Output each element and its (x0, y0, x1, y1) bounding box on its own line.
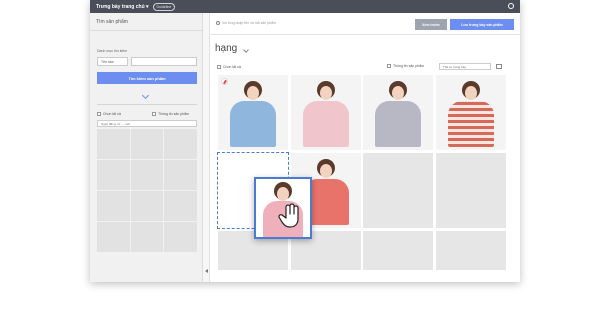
product-card[interactable] (362, 74, 435, 151)
empty-slot[interactable] (362, 152, 435, 229)
blue-sweater (230, 101, 276, 147)
sidebar-collapse-bar[interactable] (203, 13, 210, 282)
pink-cardigan (302, 101, 349, 147)
search-input[interactable]: Vui lòng nhập tên và mã sản phẩm (222, 21, 276, 25)
display-order-select[interactable]: Thứ tự trưng bày (439, 63, 491, 70)
product-card[interactable] (217, 74, 289, 151)
main-toolbar: Vui lòng nhập tên và mã sản phẩm Xem trư… (211, 13, 520, 35)
sidebar-sort-select[interactable]: Ngày đăng: cũ → mới (97, 120, 197, 127)
checkbox[interactable] (217, 65, 221, 69)
check-all-label: Chọn tất cả (103, 112, 121, 116)
model-face (319, 86, 332, 100)
result-slot[interactable] (97, 160, 130, 190)
sidebar: Tìm sản phẩm Danh mục tìm kiếm Tên sản T… (90, 13, 203, 282)
app-window: Trưng bày trang chủ ▾ Guideline Tìm sản … (90, 0, 520, 282)
check-all-label: Chọn tất cả (223, 65, 241, 69)
checkbox[interactable] (152, 112, 156, 116)
gray-shirt (375, 101, 422, 147)
sidebar-heading: Tìm sản phẩm (90, 13, 202, 31)
result-slot[interactable] (130, 191, 164, 221)
sidebar-result-grid (97, 129, 197, 252)
pin-icon[interactable] (221, 78, 228, 85)
model-face (392, 86, 405, 100)
preview-button[interactable]: Xem trước (415, 19, 447, 30)
chevron-down-icon[interactable] (243, 47, 249, 53)
search-icon (216, 21, 220, 25)
sidebar-product-info[interactable]: Thông tin sản phẩm (152, 112, 189, 116)
chevron-down-icon[interactable] (141, 91, 150, 100)
result-slot[interactable] (164, 222, 197, 252)
category-select[interactable]: Tên sản (97, 57, 128, 66)
product-search[interactable]: Vui lòng nhập tên và mã sản phẩm (216, 21, 276, 25)
empty-slot[interactable] (434, 230, 507, 271)
top-bar: Trưng bày trang chủ ▾ Guideline (90, 0, 520, 13)
result-slot[interactable] (130, 160, 164, 190)
keyword-input[interactable] (131, 57, 197, 66)
result-slot[interactable] (130, 222, 164, 252)
product-card[interactable] (434, 74, 507, 151)
guideline-button[interactable]: Guideline (152, 2, 176, 11)
empty-slot[interactable] (362, 230, 435, 271)
model-face (247, 86, 259, 100)
section-title[interactable]: hạng (215, 43, 237, 54)
grab-hand-cursor-icon (278, 203, 299, 228)
striped-cardigan (447, 101, 494, 147)
result-slot[interactable] (97, 129, 130, 159)
main-check-all[interactable]: Chọn tất cả (217, 65, 241, 69)
product-info-label: Thông tin sản phẩm (393, 64, 424, 68)
empty-slot[interactable] (434, 152, 507, 229)
grid-view-icon[interactable] (496, 64, 502, 69)
result-slot[interactable] (97, 222, 130, 252)
category-label: Danh mục tìm kiếm (97, 49, 128, 53)
product-card[interactable] (289, 74, 362, 151)
page-title[interactable]: Trưng bày trang chủ ▾ (96, 4, 149, 10)
sidebar-check-all[interactable]: Chọn tất cả (97, 112, 121, 116)
result-slot[interactable] (164, 129, 197, 159)
main-panel: Vui lòng nhập tên và mã sản phẩm Xem trư… (211, 13, 520, 282)
checkbox[interactable] (387, 64, 391, 68)
settings-gear-icon[interactable] (508, 3, 514, 9)
result-slot[interactable] (164, 160, 197, 190)
main-product-info[interactable]: Thông tin sản phẩm (387, 64, 424, 68)
checkbox[interactable] (97, 112, 101, 116)
result-slot[interactable] (97, 191, 130, 221)
result-slot[interactable] (164, 191, 197, 221)
model-face (319, 164, 332, 178)
search-products-button[interactable]: Tìm kiếm sản phẩm (97, 72, 197, 84)
product-info-label: Thông tin sản phẩm (158, 112, 189, 116)
save-display-button[interactable]: Lưu trưng bày sản phẩm (450, 19, 514, 30)
divider (97, 104, 197, 105)
collapse-arrow-icon[interactable] (205, 269, 208, 273)
model-face (464, 86, 477, 100)
result-slot[interactable] (130, 129, 164, 159)
model-face (277, 187, 289, 201)
